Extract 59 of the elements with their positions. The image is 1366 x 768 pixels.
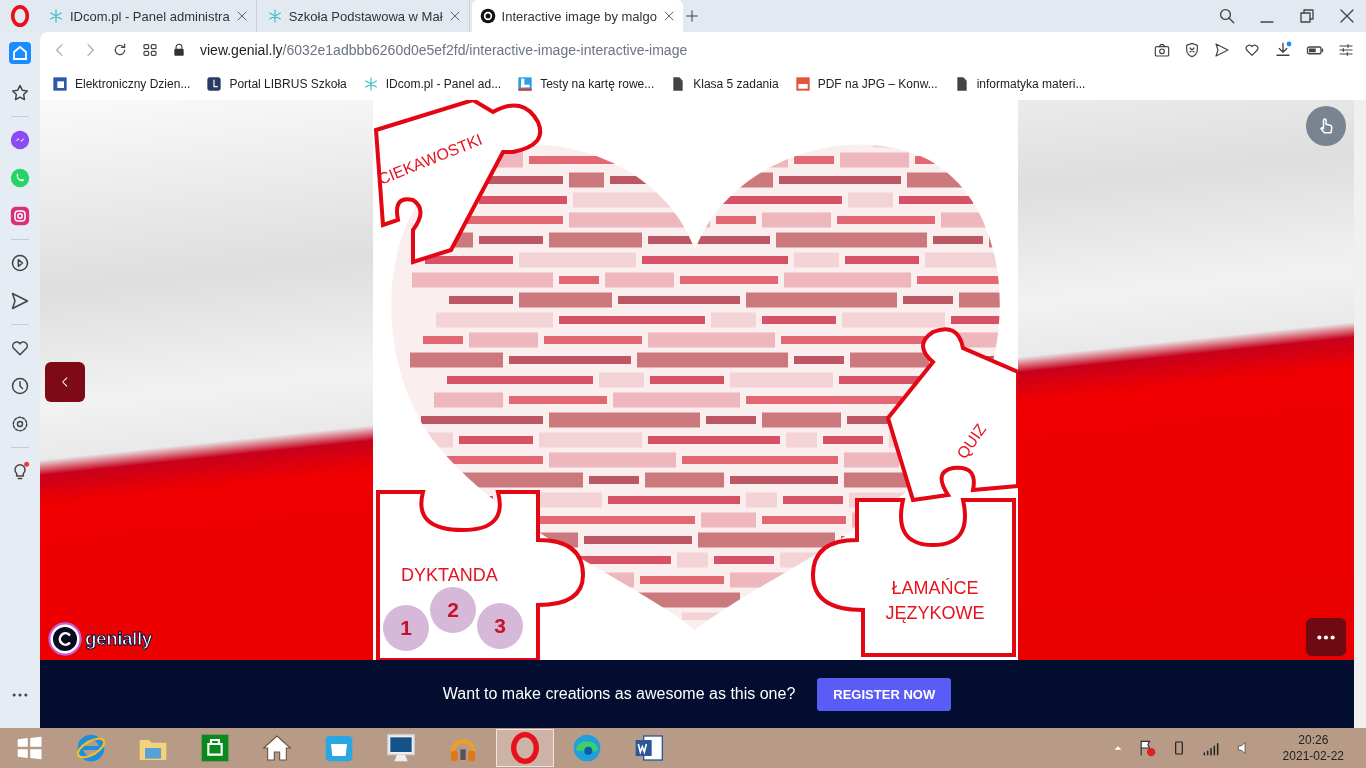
close-icon[interactable] bbox=[1338, 7, 1356, 25]
close-icon[interactable] bbox=[662, 10, 675, 22]
camera-icon[interactable] bbox=[1154, 42, 1170, 58]
bookmark-link[interactable]: Klasa 5 zadania bbox=[693, 77, 779, 91]
close-icon[interactable] bbox=[235, 10, 248, 22]
asterisk-icon bbox=[266, 8, 283, 24]
bookmark-link[interactable]: Testy na kartę rowe... bbox=[540, 77, 655, 91]
browser-tab[interactable]: Interactive image by malgo bbox=[471, 0, 683, 32]
messenger-icon[interactable] bbox=[10, 130, 30, 150]
send-icon[interactable] bbox=[1214, 42, 1230, 58]
close-icon[interactable] bbox=[448, 10, 461, 22]
bookmark-link[interactable]: Portal LIBRUS Szkoła bbox=[229, 77, 347, 91]
download-icon[interactable] bbox=[1274, 41, 1292, 59]
heart-icon[interactable] bbox=[10, 338, 30, 358]
bookmark-link[interactable]: PDF na JPG – Konw... bbox=[817, 77, 938, 91]
sliders-icon[interactable] bbox=[1338, 42, 1354, 58]
word-logo-icon[interactable] bbox=[633, 732, 665, 764]
genially-logo-text: genially bbox=[85, 628, 152, 650]
clock-date[interactable]: 2021-02-22 bbox=[1282, 748, 1344, 764]
plus-icon[interactable] bbox=[684, 9, 699, 23]
l-logo-icon bbox=[517, 76, 534, 92]
store-icon[interactable] bbox=[199, 732, 231, 764]
register-button[interactable]: REGISTER NOW bbox=[817, 677, 952, 711]
asterisk-icon bbox=[362, 76, 379, 92]
more-button[interactable] bbox=[1306, 618, 1346, 656]
edge-logo-icon[interactable] bbox=[571, 732, 603, 764]
heart-icon[interactable] bbox=[1244, 42, 1260, 58]
pdf-file-icon bbox=[794, 76, 811, 92]
clock-icon[interactable] bbox=[10, 376, 30, 396]
more-icon bbox=[1317, 634, 1335, 640]
clock-time[interactable]: 20:26 bbox=[1298, 732, 1329, 748]
monitor-icon[interactable] bbox=[385, 732, 417, 764]
dz-logo-icon bbox=[52, 76, 68, 92]
genially-logo-icon bbox=[48, 622, 82, 656]
ad-block-icon[interactable] bbox=[1184, 42, 1200, 58]
bookmark-link[interactable]: IDcom.pl - Panel ad... bbox=[385, 77, 502, 91]
search-icon[interactable] bbox=[1218, 7, 1236, 25]
lock-icon bbox=[172, 43, 186, 57]
send-icon[interactable] bbox=[10, 291, 30, 311]
asterisk-icon bbox=[48, 8, 64, 24]
address-field[interactable]: view.genial.ly/6032e1adbbb6260d0e5ef2fd/interactive-image-interactive-image bbox=[200, 42, 688, 58]
touch-toggle-button[interactable] bbox=[1306, 106, 1346, 146]
opera-logo-icon[interactable] bbox=[9, 5, 31, 27]
bookmark-link[interactable]: informatyka materi... bbox=[976, 77, 1086, 91]
instagram-icon[interactable] bbox=[10, 206, 30, 226]
previous-button[interactable] bbox=[45, 362, 85, 402]
play-icon[interactable] bbox=[10, 253, 30, 273]
promo-text: Want to make creations as awesome as this one? bbox=[442, 685, 796, 703]
taskbar-button[interactable] bbox=[496, 729, 554, 767]
settings-icon[interactable] bbox=[10, 414, 30, 434]
bookmark-link[interactable]: Elektroniczny Dzien... bbox=[75, 77, 191, 91]
restore-icon[interactable] bbox=[1298, 7, 1316, 25]
puzzle-piece[interactable]: ŁAMAŃCE JĘZYKOWE bbox=[811, 498, 1016, 657]
g-logo-icon bbox=[479, 8, 496, 24]
home-icon[interactable] bbox=[8, 41, 32, 65]
reload-icon[interactable] bbox=[112, 42, 128, 58]
grid-icon[interactable] bbox=[142, 42, 158, 58]
librus-logo-icon bbox=[206, 76, 223, 92]
star-icon[interactable] bbox=[10, 83, 30, 103]
